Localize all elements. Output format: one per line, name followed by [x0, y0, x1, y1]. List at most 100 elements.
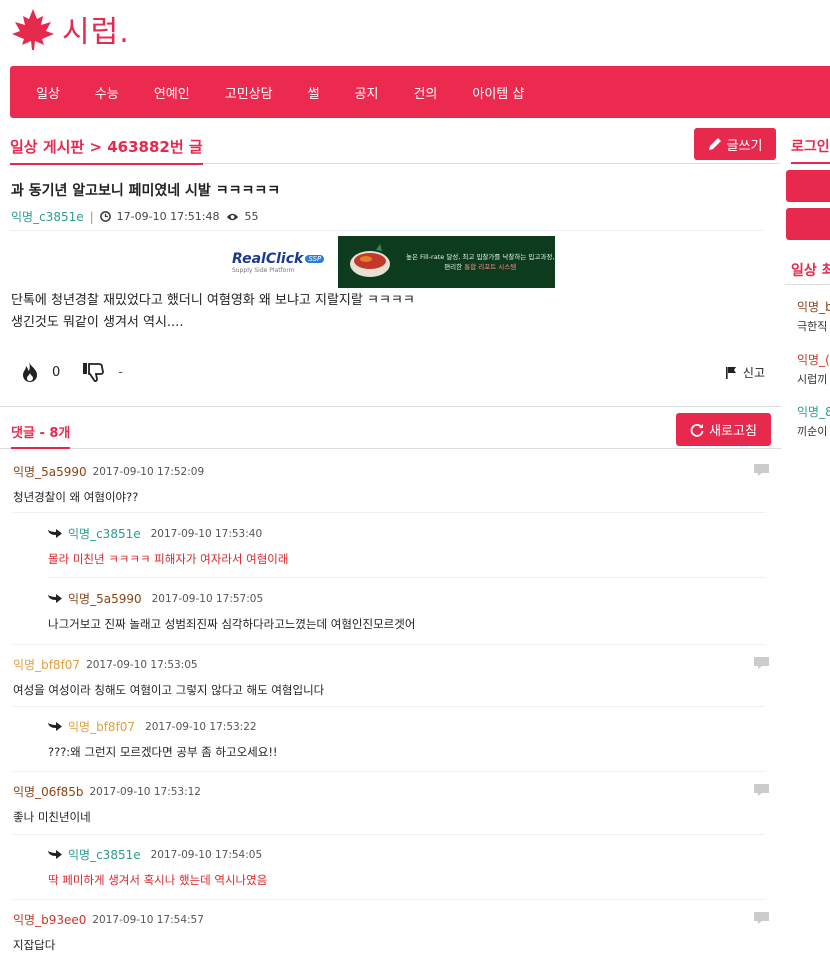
eye-icon	[226, 213, 238, 220]
comment-divider	[48, 577, 765, 578]
comment-reply: 익명_5a5990 2017-09-10 17:57:05 나그거보고 진짜 놀…	[0, 590, 782, 632]
board-header: 일상 게시판 > 463882번 글 글쓰기	[10, 128, 780, 165]
nav-item-item-shop[interactable]: 아이템 샵	[472, 83, 524, 102]
sidebar-login-button[interactable]	[786, 170, 830, 202]
sidebar-item-author[interactable]: 익명_b	[797, 298, 830, 315]
ad-logo-sub: Supply Side Platform	[232, 266, 295, 274]
like-count: 0	[52, 364, 61, 380]
comment-author[interactable]: 익명_5a5990	[13, 463, 87, 480]
comment-author[interactable]: 익명_5a5990	[68, 590, 142, 607]
comment-date: 2017-09-10 17:54:05	[150, 848, 263, 861]
comment-date: 2017-09-10 17:53:12	[89, 785, 201, 798]
comment-date: 2017-09-10 17:53:22	[145, 720, 257, 733]
bowl-icon	[350, 244, 390, 277]
comment-author[interactable]: 익명_b93ee0	[13, 911, 86, 928]
ad-text-line1: 높은 Fill-rate 달성, 최고 입찰가를 낙찰하는 입고과정,	[406, 253, 555, 261]
comment-bubble-icon[interactable]	[753, 783, 770, 797]
comments-title: 댓글 - 8개	[11, 422, 71, 449]
comment-text: 청년경찰이 왜 여혐이야??	[13, 490, 139, 504]
refresh-label: 새로고침	[709, 424, 757, 439]
comment-text: 지잡답다	[13, 938, 56, 952]
thumbs-down-icon[interactable]	[82, 361, 106, 383]
comment-text: 여성을 여성이라 칭해도 여혐이고 그렇지 않다고 해도 여혐입니다	[13, 683, 325, 697]
comment-divider	[13, 644, 765, 645]
post-body: 단톡에 청년경찰 재밌었다고 했더니 여혐영화 왜 보냐고 지랄지랄 ㅋㅋㅋㅋ …	[11, 290, 415, 334]
ad-image: 높은 Fill-rate 달성, 최고 입찰가를 낙찰하는 입고과정, 편리한 …	[338, 236, 555, 288]
reply-arrow-icon	[48, 594, 62, 603]
right-sidebar: 로그인 일상 최 익명_b 극한직 익명_( 시럽끼 익명_8 끼순이	[785, 118, 830, 960]
sidebar-section-title: 일상 최	[791, 263, 830, 279]
comment-divider	[13, 706, 765, 707]
nav-item-celebrity[interactable]: 연예인	[154, 83, 190, 102]
sidebar-item-title[interactable]: 시럽끼	[797, 371, 827, 387]
nav-item-suggestion[interactable]: 건의	[413, 83, 437, 102]
write-button[interactable]: 글쓰기	[694, 128, 776, 160]
comment-date: 2017-09-10 17:53:05	[86, 658, 198, 671]
comment-divider	[13, 899, 765, 900]
report-label: 신고	[742, 366, 765, 380]
nav-item-daily[interactable]: 일상	[36, 83, 60, 102]
comment-author[interactable]: 익명_06f85b	[13, 783, 83, 800]
comment-date: 2017-09-10 17:53:40	[150, 527, 263, 540]
board-title[interactable]: 일상 게시판 > 463882번 글	[10, 136, 203, 165]
post-author[interactable]: 익명_c3851e	[11, 208, 84, 225]
sidebar-item-title[interactable]: 끼순이	[797, 423, 827, 439]
comment-author[interactable]: 익명_c3851e	[68, 525, 141, 542]
post-body-line: 생긴것도 뭐같이 생겨서 역시....	[11, 315, 184, 330]
post-divider	[10, 230, 764, 231]
logo-text: 시럽.	[62, 15, 130, 50]
sidebar-signup-button[interactable]	[786, 208, 830, 240]
comment-date: 2017-09-10 17:54:57	[92, 913, 204, 926]
comment-bubble-icon[interactable]	[753, 656, 770, 670]
sidebar-divider	[785, 284, 830, 285]
comment-text: 딱 페미하게 생겨서 혹시나 했는데 역시나였음	[48, 873, 268, 887]
ad-logo-main: RealClick	[232, 250, 304, 267]
comment-reply: 익명_bf8f07 2017-09-10 17:53:22 ???:왜 그런지 …	[0, 718, 782, 760]
nav-item-suneung[interactable]: 수능	[95, 83, 119, 102]
reply-arrow-icon	[48, 722, 62, 731]
comment: 익명_bf8f07 2017-09-10 17:53:05 여성을 여성이라 칭…	[0, 656, 782, 698]
reply-arrow-icon	[48, 529, 62, 538]
sidebar-item-author[interactable]: 익명_8	[797, 403, 830, 420]
comments-header: 댓글 - 8개 새로고침	[0, 412, 782, 449]
post-title: 과 동기년 알고보니 페미였네 시발 ㅋㅋㅋㅋㅋ	[11, 183, 281, 199]
meta-separator: |	[89, 209, 94, 224]
site-logo[interactable]: 시럽.	[10, 6, 130, 52]
ad-text: 높은 Fill-rate 달성, 최고 입찰가를 낙찰하는 입고과정, 편리한 …	[406, 252, 554, 272]
comment-divider	[13, 512, 765, 513]
comment-author[interactable]: 익명_c3851e	[68, 846, 141, 863]
post-views: 55	[244, 210, 259, 223]
nav-item-story[interactable]: 썰	[308, 83, 320, 102]
comment-reply: 익명_c3851e 2017-09-10 17:54:05 딱 페미하게 생겨서…	[0, 846, 782, 888]
ad-banner[interactable]: RealClick SSP Supply Side Platform 높은 Fi…	[228, 236, 555, 288]
ad-text-line2b: 통합 리포트 시스템	[464, 263, 517, 271]
post-body-line: 단톡에 청년경찰 재밌었다고 했더니 여혐영화 왜 보냐고 지랄지랄 ㅋㅋㅋㅋ	[11, 293, 415, 308]
report-button[interactable]: 신고	[725, 364, 765, 381]
comment-bubble-icon[interactable]	[753, 911, 770, 925]
comment-bubble-icon[interactable]	[753, 463, 770, 477]
nav-item-notice[interactable]: 공지	[355, 83, 379, 102]
maple-leaf-icon	[12, 9, 54, 50]
refresh-button[interactable]: 새로고침	[676, 413, 771, 446]
ad-text-line2a: 편리한	[444, 263, 465, 271]
sidebar-item-title[interactable]: 극한직	[797, 318, 827, 334]
sidebar-login-title: 로그인	[791, 136, 830, 164]
post-datetime: 17-09-10 17:51:48	[116, 210, 220, 223]
flag-icon	[725, 367, 736, 379]
fire-icon[interactable]	[20, 361, 40, 383]
refresh-icon	[690, 423, 704, 437]
ad-logo: RealClick SSP Supply Side Platform	[228, 236, 338, 288]
sidebar-item-author[interactable]: 익명_(	[797, 351, 830, 368]
comment: 익명_b93ee0 2017-09-10 17:54:57 지잡답다	[0, 911, 782, 953]
reply-arrow-icon	[48, 850, 62, 859]
comment-author[interactable]: 익명_bf8f07	[68, 718, 135, 735]
nav-item-advice[interactable]: 고민상담	[225, 83, 273, 102]
section-divider	[0, 406, 782, 407]
comment-text: 나그거보고 진짜 놀래고 성범죄진짜 심각하다라고느꼈는데 여혐인진모르겟어	[48, 617, 416, 631]
comment-author[interactable]: 익명_bf8f07	[13, 656, 80, 673]
comment-date: 2017-09-10 17:57:05	[151, 592, 264, 605]
ad-logo-badge: SSP	[305, 254, 325, 263]
pencil-icon	[708, 138, 721, 150]
comment-text: 좋나 미친년이네	[13, 810, 91, 824]
post-actions: 0 - 신고	[20, 358, 765, 386]
